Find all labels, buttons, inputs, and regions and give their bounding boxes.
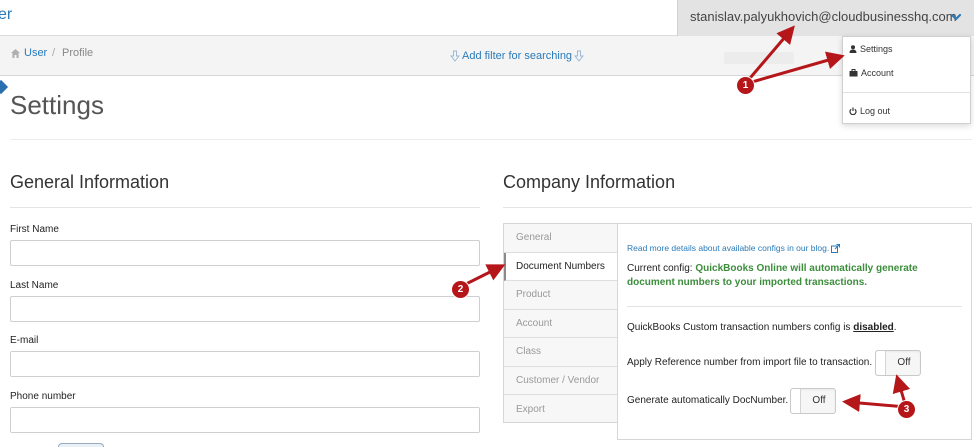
custom-config-status: disabled xyxy=(853,322,894,333)
home-icon[interactable] xyxy=(10,48,21,59)
phone-label: Phone number xyxy=(10,391,76,402)
general-info-heading: General Information xyxy=(10,172,170,192)
custom-config-prefix: QuickBooks Custom transaction numbers co… xyxy=(627,322,854,333)
menu-item-label: Account xyxy=(861,68,894,78)
user-email: stanislav.palyukhovich@cloudbusinesshq.c… xyxy=(690,9,957,24)
add-filter-label: Add filter for searching xyxy=(462,50,573,62)
last-name-field[interactable] xyxy=(10,296,480,322)
phone-field[interactable] xyxy=(10,407,480,433)
apply-reference-label: Apply Reference number from import file … xyxy=(627,357,873,368)
blog-link[interactable]: Read more details about available config… xyxy=(627,243,841,253)
email-field[interactable] xyxy=(10,351,480,377)
add-filter-link[interactable]: Add filter for searching xyxy=(450,50,585,62)
tab-general[interactable]: General xyxy=(504,224,617,253)
current-config-prefix: Current config: xyxy=(627,263,696,274)
arrow-down-icon xyxy=(450,50,460,62)
menu-divider xyxy=(843,92,970,93)
apply-reference-toggle[interactable]: Off xyxy=(875,350,921,376)
briefcase-icon xyxy=(849,69,858,77)
user-icon xyxy=(849,45,857,53)
company-info-heading: Company Information xyxy=(503,172,676,192)
tab-export[interactable]: Export xyxy=(504,395,617,424)
toggle-knob xyxy=(876,351,886,375)
first-name-label: First Name xyxy=(10,224,59,235)
tab-document-numbers[interactable]: Document Numbers xyxy=(504,252,619,281)
custom-config-suffix: . xyxy=(893,322,897,333)
first-name-field[interactable] xyxy=(10,240,480,266)
sidebar-marker xyxy=(0,79,9,95)
page-title: Settings xyxy=(10,90,104,120)
breadcrumb-separator: / xyxy=(52,47,56,59)
document-numbers-panel: Read more details about available config… xyxy=(617,223,972,440)
company-tabs: General Document Numbers Product Account… xyxy=(503,223,619,424)
annotation-badge: 1 xyxy=(737,77,754,94)
menu-item-settings[interactable]: Settings xyxy=(849,44,893,54)
custom-config-text: QuickBooks Custom transaction numbers co… xyxy=(627,322,897,333)
breadcrumb: User / Profile Add filter for searching xyxy=(0,36,974,76)
tab-product[interactable]: Product xyxy=(504,281,617,310)
search-field[interactable] xyxy=(724,52,794,64)
toggle-knob xyxy=(791,389,801,413)
toggle-state: Off xyxy=(897,357,911,368)
user-dropdown-menu: Settings Account Log out xyxy=(842,36,971,124)
email-label: E-mail xyxy=(10,335,39,346)
menu-item-label: Settings xyxy=(860,44,893,54)
breadcrumb-user-link[interactable]: User xyxy=(24,47,47,59)
title-divider xyxy=(10,139,972,140)
breadcrumb-current: Profile xyxy=(62,47,94,59)
top-navbar: er stanislav.palyukhovich@cloudbusinessh… xyxy=(0,0,974,36)
toggle-state: Off xyxy=(812,395,826,406)
generate-docnumber-toggle[interactable]: Off xyxy=(790,388,836,414)
user-menu-toggle[interactable]: stanislav.palyukhovich@cloudbusinesshq.c… xyxy=(677,0,974,36)
current-config-text: Current config: QuickBooks Online will a… xyxy=(627,262,957,290)
partial-toggle[interactable] xyxy=(58,443,104,447)
section-divider xyxy=(10,207,480,208)
power-icon xyxy=(849,107,857,115)
menu-item-logout[interactable]: Log out xyxy=(849,106,890,116)
generate-docnumber-label: Generate automatically DocNumber. xyxy=(627,395,789,406)
tab-customer-vendor[interactable]: Customer / Vendor xyxy=(504,367,617,395)
blog-link-label: Read more details about available config… xyxy=(627,243,830,253)
last-name-label: Last Name xyxy=(10,280,59,291)
menu-item-account[interactable]: Account xyxy=(849,68,894,78)
section-divider xyxy=(503,207,972,208)
tab-class[interactable]: Class xyxy=(504,338,617,367)
tab-account[interactable]: Account xyxy=(504,310,617,338)
chevron-down-icon xyxy=(950,13,962,21)
panel-divider xyxy=(627,306,962,307)
external-link-icon xyxy=(831,243,841,253)
annotation-badge: 3 xyxy=(898,401,915,418)
menu-item-label: Log out xyxy=(860,106,891,116)
arrow-down-icon xyxy=(574,50,585,62)
annotation-badge: 2 xyxy=(452,281,469,298)
brand-logo[interactable]: er xyxy=(0,6,12,24)
